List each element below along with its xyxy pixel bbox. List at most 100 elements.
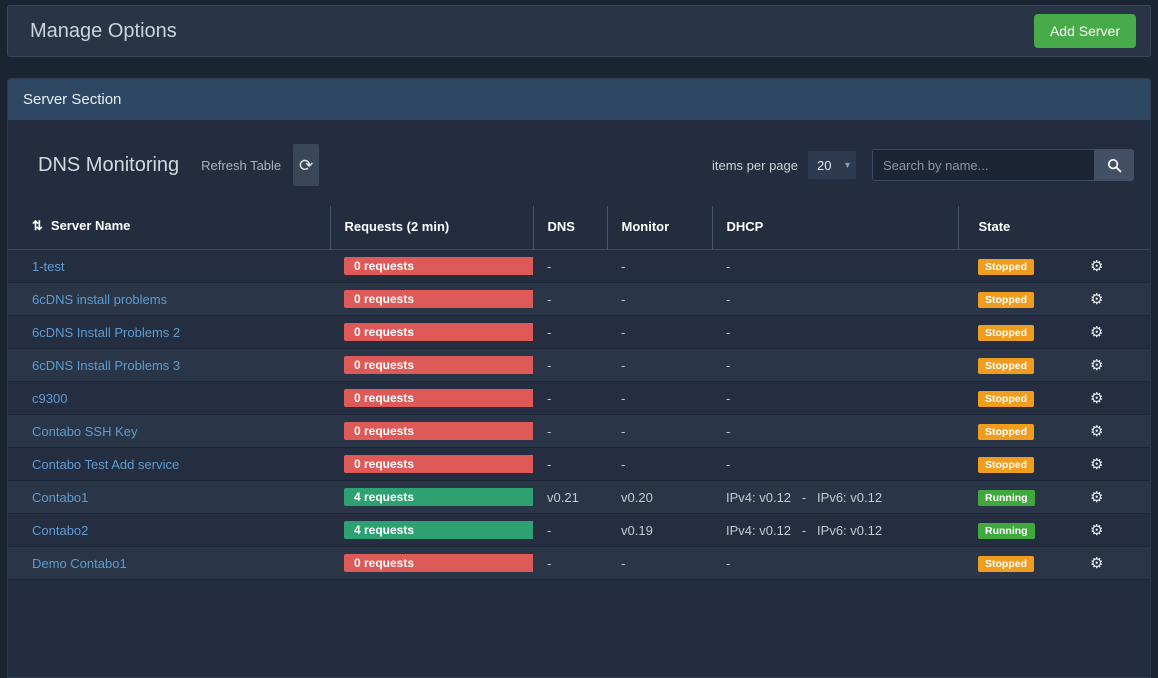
column-header-dhcp: DHCP bbox=[712, 206, 958, 250]
dns-version: - bbox=[533, 349, 607, 382]
gear-icon[interactable]: ⚙ bbox=[1090, 390, 1103, 407]
monitor-version: - bbox=[607, 547, 712, 580]
dns-version: v0.21 bbox=[533, 481, 607, 514]
table-row: Contabo SSH Key 0 requests - - - Stopped… bbox=[8, 415, 1150, 448]
add-server-button[interactable]: Add Server bbox=[1034, 14, 1136, 48]
chevron-down-icon: ▾ bbox=[845, 160, 850, 171]
monitor-version: - bbox=[607, 250, 712, 283]
dhcp-versions: - bbox=[712, 316, 958, 349]
state-badge: Running bbox=[978, 490, 1035, 506]
requests-badge: 0 requests bbox=[344, 257, 533, 275]
table-row: c9300 0 requests - - - Stopped ⚙ bbox=[8, 382, 1150, 415]
search-button[interactable] bbox=[1094, 149, 1134, 181]
state-badge: Stopped bbox=[978, 259, 1034, 275]
monitor-version: - bbox=[607, 448, 712, 481]
requests-badge: 0 requests bbox=[344, 389, 533, 407]
requests-badge: 4 requests bbox=[344, 521, 533, 539]
requests-badge: 0 requests bbox=[344, 323, 533, 341]
gear-icon[interactable]: ⚙ bbox=[1090, 456, 1103, 473]
refresh-icon: ⟳ bbox=[299, 157, 313, 174]
dns-version: - bbox=[533, 448, 607, 481]
table-row: 6cDNS Install Problems 2 0 requests - - … bbox=[8, 316, 1150, 349]
column-header-requests: Requests (2 min) bbox=[330, 206, 533, 250]
dns-version: - bbox=[533, 250, 607, 283]
panel-title: Server Section bbox=[23, 91, 121, 108]
server-name-link[interactable]: Contabo2 bbox=[32, 523, 88, 538]
dns-version: - bbox=[533, 283, 607, 316]
gear-icon[interactable]: ⚙ bbox=[1090, 522, 1103, 539]
search-input[interactable] bbox=[872, 149, 1094, 181]
state-badge: Stopped bbox=[978, 292, 1034, 308]
server-name-link[interactable]: Demo Contabo1 bbox=[32, 556, 127, 571]
server-section-panel: Server Section DNS Monitoring Refresh Ta… bbox=[7, 78, 1151, 678]
table-row: Contabo1 4 requests v0.21 v0.20 IPv4: v0… bbox=[8, 481, 1150, 514]
requests-badge: 0 requests bbox=[344, 422, 533, 440]
table-header: ⇅Server Name Requests (2 min) DNS Monito… bbox=[8, 206, 1150, 250]
dhcp-versions: - bbox=[712, 283, 958, 316]
server-name-link[interactable]: c9300 bbox=[32, 391, 67, 406]
state-badge: Running bbox=[978, 523, 1035, 539]
server-name-link[interactable]: 6cDNS install problems bbox=[32, 292, 167, 307]
items-per-page-label: items per page bbox=[712, 158, 798, 173]
dns-version: - bbox=[533, 382, 607, 415]
dhcp-versions: - bbox=[712, 250, 958, 283]
server-name-link[interactable]: Contabo Test Add service bbox=[32, 457, 179, 472]
requests-badge: 0 requests bbox=[344, 290, 533, 308]
page-title: Manage Options bbox=[30, 20, 177, 43]
column-header-server-name: ⇅Server Name bbox=[8, 206, 330, 250]
server-name-link[interactable]: 6cDNS Install Problems 2 bbox=[32, 325, 180, 340]
column-header-state: State bbox=[958, 206, 1062, 250]
monitor-version: - bbox=[607, 382, 712, 415]
column-header-monitor: Monitor bbox=[607, 206, 712, 250]
monitor-version: - bbox=[607, 316, 712, 349]
panel-header: Server Section bbox=[8, 79, 1150, 120]
state-badge: Stopped bbox=[978, 424, 1034, 440]
dhcp-versions: - bbox=[712, 415, 958, 448]
gear-icon[interactable]: ⚙ bbox=[1090, 357, 1103, 374]
state-badge: Stopped bbox=[978, 358, 1034, 374]
requests-badge: 0 requests bbox=[344, 356, 533, 374]
dhcp-versions: - bbox=[712, 448, 958, 481]
monitor-version: v0.20 bbox=[607, 481, 712, 514]
dns-version: - bbox=[533, 316, 607, 349]
dhcp-versions: - bbox=[712, 382, 958, 415]
gear-icon[interactable]: ⚙ bbox=[1090, 324, 1103, 341]
server-name-link[interactable]: Contabo1 bbox=[32, 490, 88, 505]
toolbar-right: items per page 20 ▾ bbox=[712, 149, 1134, 181]
items-per-page-select[interactable]: 20 ▾ bbox=[808, 151, 856, 179]
gear-icon[interactable]: ⚙ bbox=[1090, 423, 1103, 440]
search-icon bbox=[1107, 158, 1122, 173]
state-badge: Stopped bbox=[978, 325, 1034, 341]
server-name-link[interactable]: 6cDNS Install Problems 3 bbox=[32, 358, 180, 373]
table-row: 1-test 0 requests - - - Stopped ⚙ bbox=[8, 250, 1150, 283]
gear-icon[interactable]: ⚙ bbox=[1090, 258, 1103, 275]
items-per-page-value: 20 bbox=[817, 158, 831, 173]
dns-version: - bbox=[533, 415, 607, 448]
table-row: 6cDNS Install Problems 3 0 requests - - … bbox=[8, 349, 1150, 382]
column-header-actions bbox=[1062, 206, 1150, 250]
search-group bbox=[872, 149, 1134, 181]
servers-table: ⇅Server Name Requests (2 min) DNS Monito… bbox=[8, 206, 1150, 580]
gear-icon[interactable]: ⚙ bbox=[1090, 489, 1103, 506]
section-title: DNS Monitoring bbox=[38, 154, 179, 177]
dhcp-versions: IPv4: v0.12 - IPv6: v0.12 bbox=[712, 514, 958, 547]
server-name-link[interactable]: Contabo SSH Key bbox=[32, 424, 138, 439]
server-table-body: 1-test 0 requests - - - Stopped ⚙ 6cDNS … bbox=[8, 250, 1150, 580]
requests-badge: 0 requests bbox=[344, 554, 533, 572]
state-badge: Stopped bbox=[978, 391, 1034, 407]
gear-icon[interactable]: ⚙ bbox=[1090, 291, 1103, 308]
table-toolbar: DNS Monitoring Refresh Table ⟳ items per… bbox=[8, 120, 1150, 206]
table-row: Contabo Test Add service 0 requests - - … bbox=[8, 448, 1150, 481]
dns-version: - bbox=[533, 514, 607, 547]
monitor-version: v0.19 bbox=[607, 514, 712, 547]
table-row: Demo Contabo1 0 requests - - - Stopped ⚙ bbox=[8, 547, 1150, 580]
sort-icon[interactable]: ⇅ bbox=[32, 218, 43, 233]
requests-badge: 4 requests bbox=[344, 488, 533, 506]
monitor-version: - bbox=[607, 349, 712, 382]
state-badge: Stopped bbox=[978, 457, 1034, 473]
refresh-table-button[interactable]: ⟳ bbox=[293, 144, 319, 186]
dhcp-versions: IPv4: v0.12 - IPv6: v0.12 bbox=[712, 481, 958, 514]
toolbar-left: DNS Monitoring Refresh Table ⟳ bbox=[38, 144, 319, 186]
server-name-link[interactable]: 1-test bbox=[32, 259, 65, 274]
monitor-version: - bbox=[607, 415, 712, 448]
